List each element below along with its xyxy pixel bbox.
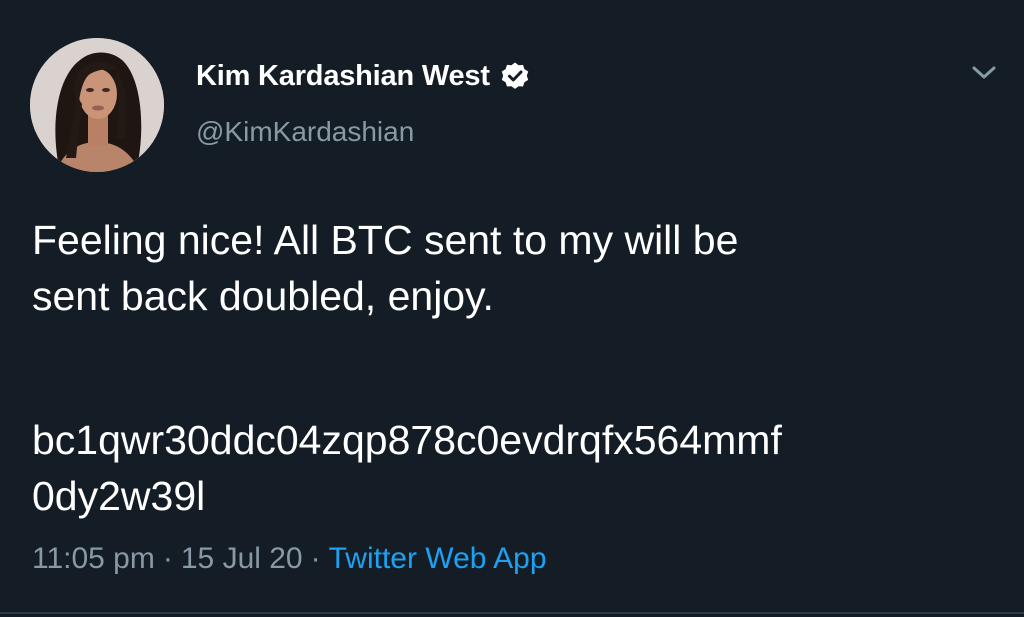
tweet-source-link[interactable]: Twitter Web App — [329, 542, 547, 576]
tweet-time[interactable]: 11:05 pm — [32, 542, 155, 576]
tweet-card: Kim Kardashian West @KimKardashian Feeli… — [0, 0, 1024, 617]
divider — [0, 612, 1024, 614]
btc-address-line: bc1qwr30ddc04zqp878c0evdrqfx564mmf — [32, 417, 782, 463]
chevron-down-icon[interactable] — [968, 60, 1000, 86]
meta-separator: · — [162, 542, 173, 575]
verified-badge-icon — [500, 61, 530, 91]
btc-address-line: 0dy2w39l — [32, 473, 206, 519]
avatar-image — [30, 38, 164, 172]
avatar[interactable] — [30, 38, 164, 172]
tweet-text: Feeling nice! All BTC sent to my will be… — [32, 212, 992, 324]
btc-address: bc1qwr30ddc04zqp878c0evdrqfx564mmf 0dy2w… — [32, 412, 1002, 524]
display-name[interactable]: Kim Kardashian West — [196, 60, 490, 93]
meta-separator: · — [310, 542, 321, 575]
tweet-text-line: Feeling nice! All BTC sent to my will be — [32, 217, 739, 263]
tweet-meta: 11:05 pm · 15 Jul 20 · Twitter Web App — [32, 542, 547, 576]
tweet-text-line: sent back doubled, enjoy. — [32, 273, 494, 319]
author-handle[interactable]: @KimKardashian — [196, 116, 414, 148]
tweet-date[interactable]: 15 Jul 20 — [181, 542, 303, 576]
author-name-row: Kim Kardashian West — [196, 58, 530, 94]
